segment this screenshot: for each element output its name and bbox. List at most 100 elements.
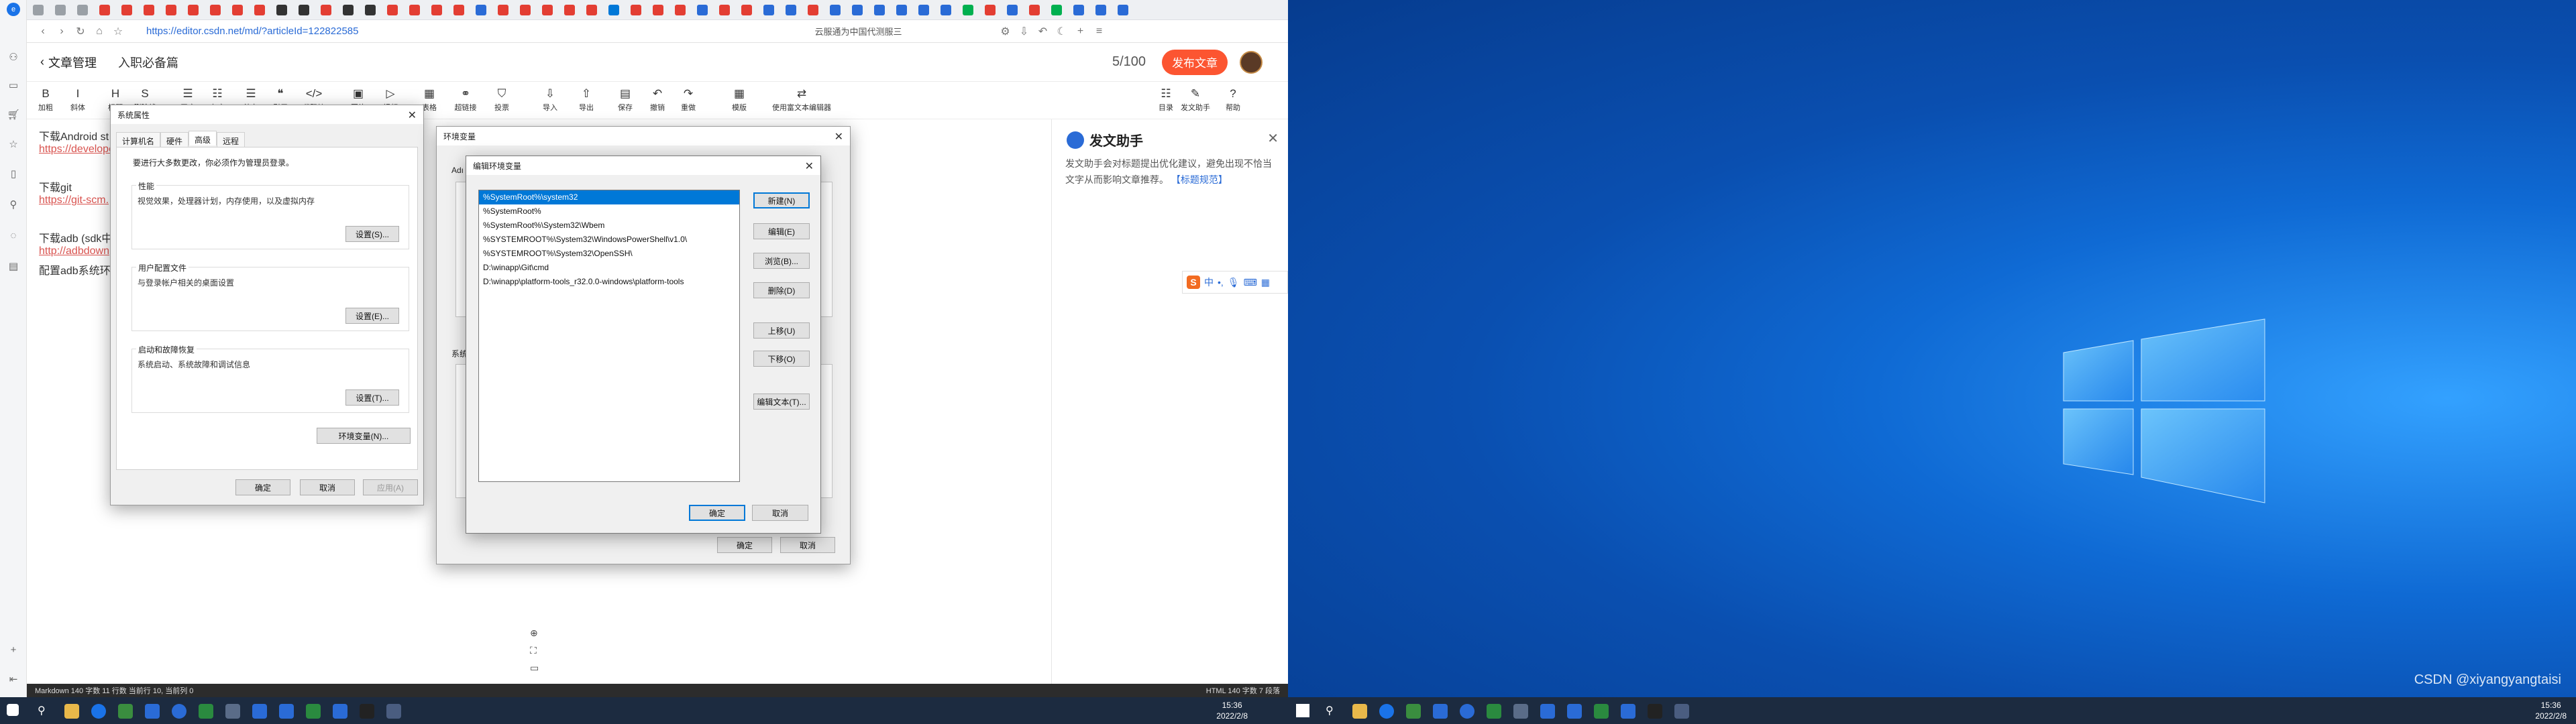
browser-tab-icon[interactable] — [453, 5, 464, 15]
app-icon[interactable] — [1567, 704, 1582, 719]
toolbar-item[interactable]: ⇄ 使用富文本编辑器 — [765, 86, 839, 113]
cancel-button[interactable]: 取消 — [780, 537, 835, 553]
terminal-icon[interactable] — [360, 704, 374, 719]
browser-tab-icon[interactable] — [387, 5, 398, 15]
environment-variables-button[interactable]: 环境变量(N)... — [317, 428, 411, 444]
browser-tab-icon[interactable] — [542, 5, 553, 15]
toolbar-item[interactable]: ⚭ 超链接 — [447, 86, 484, 113]
app-icon[interactable] — [279, 704, 294, 719]
ok-button[interactable]: 确定 — [717, 537, 772, 553]
apply-button[interactable]: 应用(A) — [363, 479, 418, 495]
sogou-icon[interactable]: S — [1187, 276, 1200, 289]
browser-tab-icon[interactable] — [299, 5, 309, 15]
browser-tab-icon[interactable] — [852, 5, 863, 15]
browser-tab-icon[interactable] — [254, 5, 265, 15]
night-mode-icon[interactable]: ☾ — [1052, 22, 1071, 41]
browse-button[interactable]: 浏览(B)... — [753, 253, 810, 269]
toolbar-item[interactable]: ⇩ 导入 — [531, 86, 569, 113]
edit-button[interactable]: 编辑(E) — [753, 223, 810, 239]
browser-tab-icon[interactable] — [564, 5, 575, 15]
performance-settings-button[interactable]: 设置(S)... — [345, 226, 399, 242]
browser-tab-icon[interactable] — [941, 5, 951, 15]
tab-remote[interactable]: 远程 — [217, 132, 246, 147]
browser-tab-icon[interactable] — [431, 5, 442, 15]
startup-settings-button[interactable]: 设置(T)... — [345, 389, 399, 406]
forward-icon[interactable]: › — [52, 22, 71, 41]
app-icon[interactable] — [1460, 704, 1474, 719]
file-explorer-icon[interactable] — [64, 704, 79, 719]
move-up-button[interactable]: 上移(U) — [753, 322, 810, 339]
notes-icon[interactable]: ▤ — [7, 260, 20, 274]
collapse-sidebar-icon[interactable]: ⇤ — [7, 673, 20, 686]
search-icon[interactable]: ⚲ — [38, 704, 52, 719]
browser-tab-icon[interactable] — [276, 5, 287, 15]
list-item[interactable]: %SystemRoot%\system32 — [479, 190, 739, 204]
browser-tab-icon[interactable] — [1029, 5, 1040, 15]
target-icon[interactable]: ⊕ — [530, 627, 543, 645]
chat-icon[interactable]: ◌ — [7, 229, 20, 243]
app-icon[interactable] — [333, 704, 347, 719]
undo-icon[interactable]: ↶ — [1033, 22, 1052, 41]
browser-tab-icon[interactable] — [586, 5, 597, 15]
url-field[interactable]: https://editor.csdn.net/md/?articleId=12… — [146, 25, 358, 37]
system-properties-icon[interactable] — [386, 704, 401, 719]
browser-tab-icon[interactable] — [476, 5, 486, 15]
browser-tab-icon[interactable] — [985, 5, 996, 15]
browser-icon[interactable] — [91, 704, 106, 719]
browser-tab-icon[interactable] — [697, 5, 708, 15]
collections-icon[interactable]: ⚇ — [7, 51, 20, 64]
cancel-button[interactable]: 取消 — [300, 479, 355, 495]
ime-mic-icon[interactable]: 🎙︎ — [1228, 277, 1240, 288]
start-icon[interactable] — [7, 704, 19, 716]
ime-lang-icon[interactable]: 中 — [1204, 276, 1214, 289]
browser-tab-icon[interactable] — [830, 5, 841, 15]
app-icon[interactable] — [118, 704, 133, 719]
browser-tab-icon[interactable] — [631, 5, 641, 15]
app-icon[interactable] — [1433, 704, 1448, 719]
app-icon[interactable] — [225, 704, 240, 719]
app-icon[interactable] — [1406, 704, 1421, 719]
browser-tab-icon[interactable] — [365, 5, 376, 15]
browser-tab-icon[interactable] — [763, 5, 774, 15]
avatar[interactable] — [1240, 50, 1263, 74]
ime-punct-icon[interactable]: •, — [1218, 277, 1224, 288]
browser-tab-icon[interactable] — [741, 5, 752, 15]
editor-link[interactable]: http://adbdown — [39, 245, 109, 257]
new-button[interactable]: 新建(N) — [753, 192, 810, 208]
browser-tab-icon[interactable] — [121, 5, 132, 15]
toolbar-item[interactable]: ⇧ 导出 — [568, 86, 605, 113]
browser-tab-icon[interactable] — [321, 5, 331, 15]
search-icon[interactable]: ⚲ — [7, 198, 20, 212]
app-icon[interactable] — [145, 704, 160, 719]
wechat-icon[interactable] — [1487, 704, 1501, 719]
profile-settings-button[interactable]: 设置(E)... — [345, 308, 399, 324]
app-icon[interactable] — [172, 704, 186, 719]
browser-tab-icon[interactable] — [963, 5, 973, 15]
ime-toolbar[interactable]: S 中 •, 🎙︎ ⌨ ▦ — [1182, 271, 1288, 294]
clock[interactable]: 15:36 2022/2/8 — [1216, 700, 1248, 721]
app-icon[interactable] — [306, 704, 321, 719]
browser-tab-icon[interactable] — [896, 5, 907, 15]
browser-tab-icon[interactable] — [1118, 5, 1128, 15]
ok-button[interactable]: 确定 — [235, 479, 290, 495]
browser-tab-icon[interactable] — [210, 5, 221, 15]
toolbar-item[interactable]: ↷ 重做 — [669, 86, 707, 113]
toolbar-item[interactable]: ▦ 模版 — [720, 86, 758, 113]
browser-tab-icon[interactable] — [1007, 5, 1018, 15]
reading-icon[interactable]: ▯ — [7, 168, 20, 181]
browser-tab-icon[interactable] — [144, 5, 154, 15]
browser-tab-icon[interactable] — [918, 5, 929, 15]
browser-tab-icon[interactable] — [786, 5, 796, 15]
browser-tab-icon[interactable] — [343, 5, 354, 15]
favorite-icon[interactable]: ☆ — [109, 22, 127, 41]
reload-icon[interactable]: ↻ — [71, 22, 90, 41]
search-icon[interactable]: ⚲ — [1326, 704, 1340, 719]
browser-tab-icon[interactable] — [166, 5, 176, 15]
list-item[interactable]: %SYSTEMROOT%\System32\WindowsPowerShell\… — [479, 233, 739, 247]
tab-computer-name[interactable]: 计算机名 — [116, 132, 161, 147]
browser-tab-icon[interactable] — [719, 5, 730, 15]
cancel-button[interactable]: 取消 — [752, 505, 808, 521]
browser-tab-icon[interactable] — [33, 5, 44, 15]
ok-button[interactable]: 确定 — [689, 505, 745, 521]
download-icon[interactable]: ⇩ — [1014, 22, 1033, 41]
